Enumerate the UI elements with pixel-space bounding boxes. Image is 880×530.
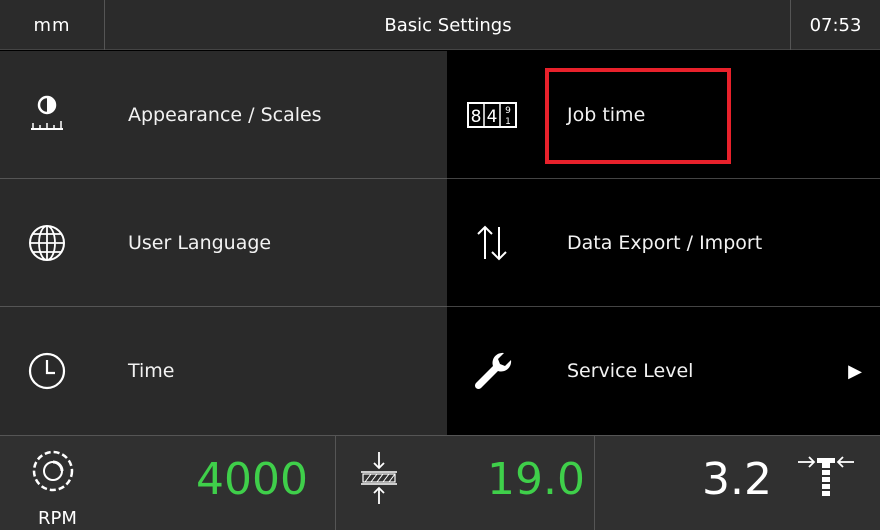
rpm-value: 4000 (196, 454, 308, 505)
menu-item-label: Time (128, 360, 175, 382)
brightness-scale-icon (22, 90, 72, 140)
clock-display: 07:53 (790, 0, 880, 50)
fence-position-icon (796, 448, 856, 508)
counter-icon: 8 4 9 1 (467, 90, 517, 140)
up-down-arrows-icon (467, 218, 517, 268)
wrench-icon (467, 346, 517, 396)
menu-item-label: Appearance / Scales (128, 103, 322, 126)
counter-digit-2: 4 (487, 107, 498, 127)
unit-indicator[interactable]: mm (0, 0, 105, 50)
menu-item-job-time[interactable]: 8 4 9 1 Job time (447, 51, 880, 179)
menu-item-data-export-import[interactable]: Data Export / Import (447, 179, 880, 307)
menu-item-appearance[interactable]: Appearance / Scales (0, 51, 447, 179)
menu-item-service-level[interactable]: Service Level ▶ (447, 307, 880, 435)
settings-menu: Appearance / Scales User Language Time 8… (0, 51, 880, 435)
svg-text:1: 1 (505, 117, 511, 127)
menu-item-label: Service Level (567, 360, 694, 382)
rpm-panel[interactable]: RPM 4000 (0, 436, 336, 530)
clock-icon (22, 346, 72, 396)
thickness-panel[interactable]: 19.0 (337, 436, 595, 530)
thickness-value: 19.0 (487, 454, 585, 505)
menu-item-label: Data Export / Import (567, 231, 763, 254)
saw-blade-icon (28, 446, 78, 506)
svg-text:9: 9 (505, 106, 511, 116)
rpm-label: RPM (38, 508, 77, 529)
menu-item-user-language[interactable]: User Language (0, 179, 447, 307)
counter-digit-1: 8 (471, 107, 482, 127)
chevron-right-icon: ▶ (848, 360, 862, 382)
menu-item-label: User Language (128, 231, 272, 254)
title-bar: mm Basic Settings 07:53 (0, 0, 880, 50)
selection-highlight (545, 68, 731, 164)
fence-value: 3.2 (702, 454, 772, 505)
thickness-gauge-icon (359, 450, 399, 510)
menu-item-time[interactable]: Time (0, 307, 447, 435)
globe-icon (22, 218, 72, 268)
fence-panel[interactable]: 3.2 (596, 436, 880, 530)
page-title: Basic Settings (384, 14, 512, 36)
status-bar: RPM 4000 19.0 3.2 (0, 435, 880, 530)
